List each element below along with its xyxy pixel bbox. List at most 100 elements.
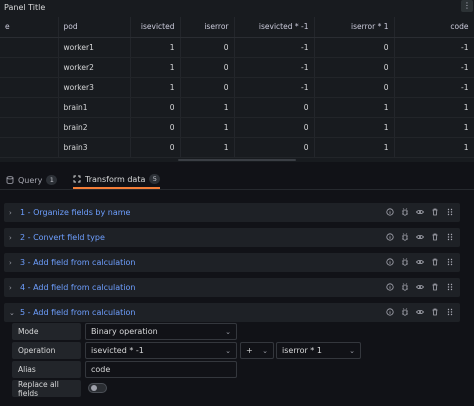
- trash-icon[interactable]: [431, 282, 439, 292]
- info-icon[interactable]: [386, 307, 394, 317]
- table-row: worker3 1 0 -1 0 -1: [0, 77, 474, 98]
- table-cell: worker1: [58, 37, 131, 58]
- drag-handle-icon[interactable]: [446, 307, 454, 317]
- operation-left-value: isevicted * -1: [91, 346, 144, 355]
- info-icon[interactable]: [386, 232, 394, 242]
- drag-handle-icon[interactable]: [446, 207, 454, 217]
- table-cell: [0, 57, 59, 78]
- table-row: brain1 0 1 0 1 1: [0, 97, 474, 118]
- debug-icon[interactable]: [401, 207, 409, 217]
- transform-title[interactable]: 2 - Convert field type: [20, 233, 105, 242]
- chevron-down-icon: ⌄: [225, 347, 231, 355]
- tab-query[interactable]: Query 1: [6, 171, 58, 189]
- transform-actions: [386, 257, 454, 267]
- transform-row[interactable]: ⌄ 5 - Add field from calculation: [4, 303, 460, 322]
- transform-title[interactable]: 3 - Add field from calculation: [20, 258, 136, 267]
- panel: Panel Title ⋮ e pod isevicted iserror is…: [0, 0, 474, 162]
- table-cell: 0: [180, 37, 235, 58]
- chevron-down-icon: ⌄: [225, 328, 231, 336]
- trash-icon[interactable]: [431, 257, 439, 267]
- data-table: e pod isevicted iserror isevicted * -1 i…: [0, 17, 474, 158]
- debug-icon[interactable]: [401, 307, 409, 317]
- trash-icon[interactable]: [431, 207, 439, 217]
- table-cell: [0, 77, 59, 98]
- table-cell: 0: [234, 97, 315, 118]
- replace-all-fields-toggle[interactable]: [88, 383, 107, 393]
- table-row: brain3 0 1 0 1 1: [0, 137, 474, 158]
- transform-actions: [386, 207, 454, 217]
- transform-row[interactable]: › 1 - Organize fields by name: [4, 203, 460, 222]
- mode-value: Binary operation: [91, 327, 158, 336]
- chevron-right-icon[interactable]: ›: [9, 209, 16, 217]
- operation-right-select[interactable]: iserror * 1 ⌄: [276, 342, 361, 359]
- tab-count-badge: 5: [149, 174, 161, 184]
- transform-row[interactable]: › 4 - Add field from calculation: [4, 278, 460, 297]
- column-header[interactable]: e: [0, 17, 59, 38]
- table-cell: -1: [394, 77, 474, 98]
- column-header[interactable]: pod: [58, 17, 131, 38]
- alias-input[interactable]: code: [85, 361, 237, 378]
- table-cell: brain2: [58, 117, 131, 138]
- mode-select[interactable]: Binary operation ⌄: [85, 323, 237, 340]
- table-cell: worker2: [58, 57, 131, 78]
- table-cell: 1: [314, 97, 395, 118]
- debug-icon[interactable]: [401, 257, 409, 267]
- chevron-down-icon: ⌄: [349, 347, 355, 355]
- table-cell: -1: [234, 77, 315, 98]
- eye-icon[interactable]: [416, 207, 424, 217]
- table-cell: 0: [130, 137, 181, 158]
- column-header[interactable]: isevicted: [130, 17, 181, 38]
- panel-resize-handle[interactable]: [178, 159, 296, 161]
- operator-value: +: [246, 346, 253, 355]
- drag-handle-icon[interactable]: [446, 232, 454, 242]
- table-cell: 1: [130, 37, 181, 58]
- info-icon[interactable]: [386, 282, 394, 292]
- drag-handle-icon[interactable]: [446, 257, 454, 267]
- trash-icon[interactable]: [431, 307, 439, 317]
- transform-title[interactable]: 5 - Add field from calculation: [20, 308, 136, 317]
- transform-row[interactable]: › 3 - Add field from calculation: [4, 253, 460, 272]
- table-cell: 0: [314, 57, 395, 78]
- trash-icon[interactable]: [431, 232, 439, 242]
- chevron-down-icon[interactable]: ⌄: [9, 309, 16, 317]
- tab-label: Transform data: [85, 174, 146, 184]
- transform-actions: [386, 282, 454, 292]
- chevron-right-icon[interactable]: ›: [9, 234, 16, 242]
- table-cell: [0, 137, 59, 158]
- table-cell: 0: [180, 77, 235, 98]
- column-header[interactable]: isevicted * -1: [234, 17, 315, 38]
- column-header[interactable]: code: [394, 17, 474, 38]
- operator-select[interactable]: + ⌄: [240, 342, 274, 359]
- table-cell: [0, 37, 59, 58]
- debug-icon[interactable]: [401, 232, 409, 242]
- transform-title[interactable]: 4 - Add field from calculation: [20, 283, 136, 292]
- operation-left-select[interactable]: isevicted * -1 ⌄: [85, 342, 237, 359]
- table-cell: 1: [394, 97, 474, 118]
- tab-transform-data[interactable]: Transform data 5: [73, 171, 161, 189]
- table-header-row: e pod isevicted iserror isevicted * -1 i…: [0, 17, 474, 38]
- transform-row[interactable]: › 2 - Convert field type: [4, 228, 460, 247]
- eye-icon[interactable]: [416, 232, 424, 242]
- tab-count-badge: 1: [46, 175, 58, 185]
- panel-menu-icon[interactable]: ⋮: [461, 0, 473, 12]
- chevron-right-icon[interactable]: ›: [9, 259, 16, 267]
- transform-title[interactable]: 1 - Organize fields by name: [20, 208, 130, 217]
- table-cell: 0: [130, 117, 181, 138]
- debug-icon[interactable]: [401, 282, 409, 292]
- editor-tabs: Query 1 Transform data 5: [0, 168, 474, 190]
- operation-right-value: iserror * 1: [282, 346, 322, 355]
- column-header[interactable]: iserror * 1: [314, 17, 395, 38]
- info-icon[interactable]: [386, 207, 394, 217]
- eye-icon[interactable]: [416, 307, 424, 317]
- table-cell: 0: [130, 97, 181, 118]
- column-header[interactable]: iserror: [180, 17, 235, 38]
- drag-handle-icon[interactable]: [446, 282, 454, 292]
- chevron-right-icon[interactable]: ›: [9, 284, 16, 292]
- transform-actions: [386, 232, 454, 242]
- table-cell: worker3: [58, 77, 131, 98]
- table-cell: 0: [314, 77, 395, 98]
- eye-icon[interactable]: [416, 257, 424, 267]
- eye-icon[interactable]: [416, 282, 424, 292]
- table-cell: 0: [234, 137, 315, 158]
- info-icon[interactable]: [386, 257, 394, 267]
